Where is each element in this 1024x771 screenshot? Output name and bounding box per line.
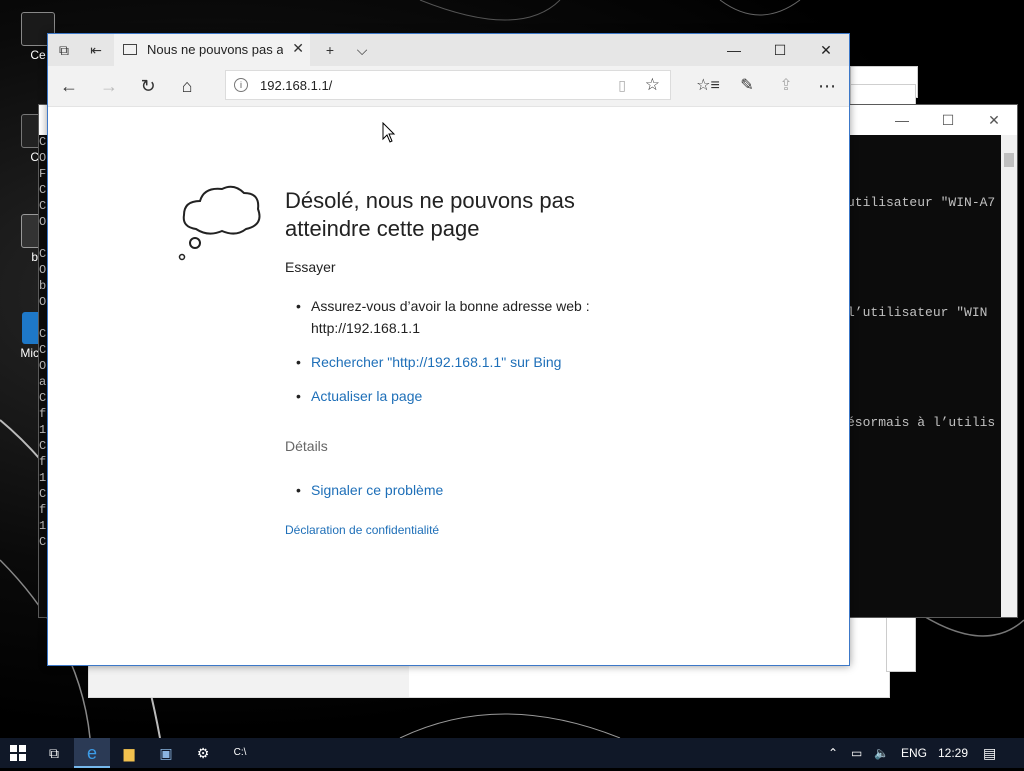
minimize-button[interactable]: — — [711, 34, 757, 66]
nav-bar: ← → ↻ ⌂ i 192.168.1.1/ ▯ ☆ ☆≡ ✎ ⇪ ⋯ — [48, 66, 849, 107]
page-content: Désolé, nous ne pouvons pas atteindre ce… — [48, 107, 849, 665]
tab-close-icon[interactable]: ✕ — [292, 40, 304, 57]
details-list: Signaler ce problème — [285, 479, 443, 501]
list-item: Signaler ce problème — [285, 479, 443, 501]
more-icon[interactable]: ⋯ — [810, 70, 844, 102]
show-hidden-icons-icon[interactable]: ⌃ — [828, 738, 838, 768]
console-minimize-button[interactable]: — — [879, 105, 925, 135]
favorite-star-icon[interactable]: ☆ — [645, 75, 660, 95]
action-center-icon[interactable]: ▤ — [983, 738, 996, 768]
taskbar: ⧉ e ▆ ▣ ⚙ C:\ ⌃ ▭ 🔈 ENG 12:29 ▤ — [0, 738, 1024, 768]
favorites-hub-icon[interactable]: ☆≡ — [691, 70, 725, 102]
report-problem-link[interactable]: Signaler ce problème — [311, 482, 443, 498]
tab-title: Nous ne pouvons pas a — [147, 42, 283, 57]
search-bing-link[interactable]: Rechercher "http://192.168.1.1" sur Bing — [311, 354, 561, 370]
address-bar[interactable]: i 192.168.1.1/ ▯ ☆ — [225, 70, 671, 100]
home-icon[interactable]: ⌂ — [170, 70, 204, 102]
tab-preview-icon[interactable]: ⧉ — [48, 34, 80, 66]
close-button[interactable]: ✕ — [803, 34, 849, 66]
task-view-icon[interactable]: ⧉ — [36, 738, 72, 768]
refresh-icon[interactable]: ↻ — [131, 70, 165, 102]
back-icon[interactable]: ← — [52, 70, 86, 102]
list-item: Rechercher "http://192.168.1.1" sur Bing — [285, 351, 615, 373]
console-line: ésormais à l’utilis — [847, 415, 996, 430]
maximize-button[interactable]: ☐ — [757, 34, 803, 66]
details-label[interactable]: Détails — [285, 438, 328, 454]
settings-gear-icon[interactable]: ⚙ — [185, 738, 221, 768]
console-line: utilisateur "WIN-A7 — [847, 195, 996, 210]
language-indicator[interactable]: ENG — [901, 738, 927, 768]
console-output: utilisateur "WIN-A7 l’utilisateur "WIN é… — [847, 165, 995, 525]
clock[interactable]: 12:29 — [938, 738, 968, 768]
refresh-page-link[interactable]: Actualiser la page — [311, 388, 422, 404]
thought-cloud-icon — [178, 185, 261, 261]
browser-window[interactable]: ⧉ ⇤ Nous ne pouvons pas a ✕ + ⌵ — ☐ ✕ ← … — [47, 33, 850, 666]
reading-view-icon: ▯ — [618, 77, 626, 93]
tab-active[interactable]: Nous ne pouvons pas a ✕ — [114, 34, 310, 66]
forward-icon: → — [100, 76, 118, 96]
new-tab-button[interactable]: + — [314, 34, 346, 66]
web-note-icon[interactable]: ✎ — [730, 70, 764, 102]
error-title: Désolé, nous ne pouvons pas atteindre ce… — [285, 188, 575, 241]
set-aside-tabs-icon[interactable]: ⇤ — [80, 34, 112, 66]
file-explorer-icon[interactable]: ▆ — [111, 738, 147, 768]
page-icon — [123, 44, 137, 55]
network-icon[interactable]: ▭ — [851, 738, 862, 768]
console-line: l’utilisateur "WIN — [847, 305, 988, 320]
background-window-side — [886, 614, 916, 672]
server-manager-icon[interactable]: ▣ — [148, 738, 184, 768]
list-item: Actualiser la page — [285, 385, 615, 407]
address-url[interactable]: 192.168.1.1/ — [260, 78, 332, 93]
start-button[interactable] — [0, 738, 36, 768]
windows-logo-icon — [10, 745, 26, 761]
command-prompt-icon[interactable]: C:\ — [222, 738, 258, 768]
background-window-top-2 — [850, 84, 916, 106]
volume-muted-icon[interactable]: 🔈 — [874, 738, 889, 768]
console-scrollbar[interactable] — [1001, 135, 1017, 617]
console-maximize-button[interactable]: ☐ — [925, 105, 971, 135]
edge-taskbar-icon[interactable]: e — [74, 738, 110, 768]
privacy-link[interactable]: Déclaration de confidentialité — [285, 523, 439, 537]
list-item: Assurez-vous d’avoir la bonne adresse we… — [285, 295, 615, 339]
mouse-cursor-icon — [382, 122, 396, 143]
suggestion-check-address: Assurez-vous d’avoir la bonne adresse we… — [311, 298, 590, 336]
suggestions-list: Assurez-vous d’avoir la bonne adresse we… — [285, 295, 615, 419]
tab-bar: ⧉ ⇤ Nous ne pouvons pas a ✕ + ⌵ — ☐ ✕ — [48, 34, 849, 66]
tab-list-button[interactable]: ⌵ — [346, 34, 378, 66]
share-icon[interactable]: ⇪ — [769, 70, 803, 102]
console-close-button[interactable]: ✕ — [971, 105, 1017, 135]
try-label: Essayer — [285, 259, 336, 275]
info-icon[interactable]: i — [234, 78, 248, 92]
